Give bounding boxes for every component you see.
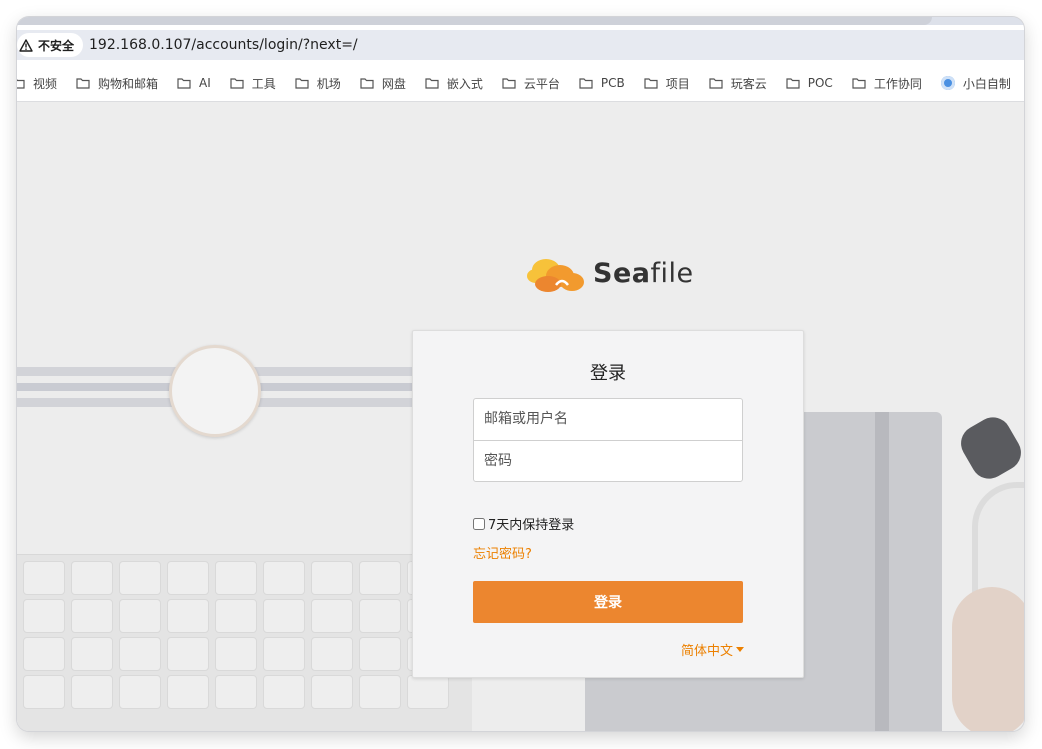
folder-icon xyxy=(177,78,191,89)
bookmark-label: 视频 xyxy=(33,76,58,91)
bookmark-cloud[interactable]: 云平台 xyxy=(502,75,560,92)
caret-down-icon xyxy=(736,647,744,652)
browser-window: 不安全 192.168.0.107/accounts/login/?next=/… xyxy=(17,17,1024,731)
page-content: Seafile 登录 7天内保持登录 忘记密码? 登录 简体中文 xyxy=(17,102,1024,731)
background-notebook-band xyxy=(875,412,889,731)
bookmark-label: 嵌入式 xyxy=(446,76,483,91)
bookmark-shopping[interactable]: 购物和邮箱 xyxy=(76,75,158,92)
folder-icon xyxy=(852,78,866,89)
bookmark-label: 购物和邮箱 xyxy=(98,76,159,91)
remember-checkbox[interactable] xyxy=(473,517,485,530)
bookmark-tools[interactable]: 工具 xyxy=(230,75,276,92)
bookmark-label: 工作协同 xyxy=(873,76,922,91)
login-panel: 登录 7天内保持登录 忘记密码? 登录 简体中文 xyxy=(412,330,804,678)
bookmark-label: 工具 xyxy=(251,76,276,91)
bookmark-pcb[interactable]: PCB xyxy=(579,76,625,90)
warning-icon xyxy=(19,38,33,52)
bookmark-label: 小白自制 xyxy=(962,76,1011,91)
password-input[interactable] xyxy=(474,440,742,480)
bookmark-projects[interactable]: 项目 xyxy=(644,75,690,92)
bookmark-label: POC xyxy=(807,76,833,90)
bookmark-label: AI xyxy=(199,76,211,90)
security-indicator[interactable]: 不安全 xyxy=(17,33,84,57)
bookmark-label: 云平台 xyxy=(523,76,560,91)
tab-strip xyxy=(17,17,1024,25)
folder-icon xyxy=(76,78,90,89)
url-text: 192.168.0.107/accounts/login/?next=/ xyxy=(89,37,358,53)
folder-icon xyxy=(709,78,723,89)
remember-label: 7天内保持登录 xyxy=(488,518,575,533)
remember-me[interactable]: 7天内保持登录 xyxy=(473,514,574,533)
forgot-password-link[interactable]: 忘记密码? xyxy=(473,543,532,562)
folder-icon xyxy=(644,78,658,89)
active-tab[interactable] xyxy=(17,17,932,25)
bookmark-label: 网盘 xyxy=(381,76,406,91)
background-keyboard xyxy=(17,554,472,731)
site-favicon-icon xyxy=(940,76,955,90)
language-label: 简体中文 xyxy=(680,644,733,659)
login-button[interactable]: 登录 xyxy=(473,581,743,623)
bookmark-embedded[interactable]: 嵌入式 xyxy=(425,75,483,92)
seafile-cloud-icon xyxy=(527,259,584,292)
bookmark-poc[interactable]: POC xyxy=(786,76,833,90)
folder-icon xyxy=(17,79,25,89)
folder-icon xyxy=(360,78,374,89)
bookmark-label: 玩客云 xyxy=(730,76,767,91)
bookmark-collaboration[interactable]: 工作协同 xyxy=(852,75,922,92)
bookmarks-bar: 视频 购物和邮箱 AI 工具 机场 网盘 嵌入式 云平台 PCB 项目 玩客云 … xyxy=(17,65,1024,102)
background-watch-face xyxy=(169,345,261,437)
bookmark-label: PCB xyxy=(600,76,625,90)
url-field[interactable]: 不安全 192.168.0.107/accounts/login/?next=/ xyxy=(17,30,1024,60)
bookmark-ai[interactable]: AI xyxy=(177,76,211,90)
bookmark-xiaobai[interactable]: 小白自制 xyxy=(940,75,1011,92)
folder-icon xyxy=(230,78,244,89)
bookmark-label: 项目 xyxy=(665,76,690,91)
background-hand xyxy=(952,587,1024,731)
username-input[interactable] xyxy=(474,399,742,439)
folder-icon xyxy=(786,78,800,89)
bookmark-netdisk[interactable]: 网盘 xyxy=(360,75,406,92)
folder-icon xyxy=(295,78,309,89)
login-input-group xyxy=(473,398,743,482)
login-title: 登录 xyxy=(590,363,626,384)
bookmark-label: 机场 xyxy=(316,76,341,91)
bookmark-video[interactable]: 视频 xyxy=(17,75,57,92)
security-label: 不安全 xyxy=(38,38,75,53)
seafile-wordmark: Seafile xyxy=(593,257,694,289)
folder-icon xyxy=(425,78,439,89)
seafile-logo: Seafile xyxy=(526,252,694,294)
bookmark-airport[interactable]: 机场 xyxy=(295,75,341,92)
bookmark-onethingcloud[interactable]: 玩客云 xyxy=(709,75,767,92)
folder-icon xyxy=(579,78,593,89)
language-selector[interactable]: 简体中文 xyxy=(681,640,744,659)
folder-icon xyxy=(502,78,516,89)
address-bar: 不安全 192.168.0.107/accounts/login/?next=/ xyxy=(17,25,1024,65)
